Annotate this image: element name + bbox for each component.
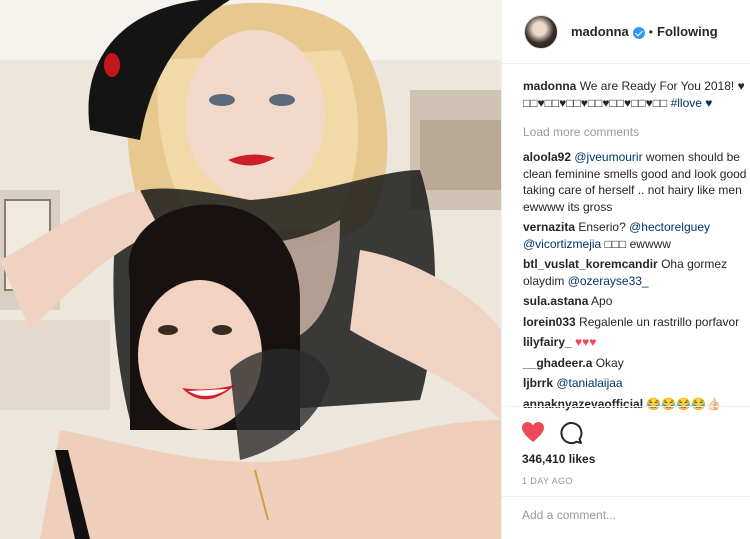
comment-username[interactable]: btl_vuslat_koremcandir	[523, 257, 658, 271]
comment-mention[interactable]: @tanialaijaa	[556, 376, 622, 390]
comment-icon[interactable]	[559, 421, 585, 447]
comment-username[interactable]: lilyfairy_	[523, 335, 572, 349]
add-comment-input[interactable]	[522, 508, 732, 522]
caption-username[interactable]: madonna	[523, 79, 576, 93]
add-comment-bar	[501, 496, 750, 539]
heart-icon[interactable]	[521, 421, 547, 447]
comment-mention[interactable]: @ozerayse33_	[568, 274, 649, 288]
post-header: madonna • Following	[502, 0, 750, 64]
comment-text: Okay	[595, 355, 624, 370]
comment-item: lilyfairy_ ♥♥♥	[523, 334, 750, 351]
comment-mention[interactable]: @hectorelguey	[629, 220, 710, 234]
comment-text: Enserio?	[578, 220, 626, 234]
caption-line2: □□♥□□♥□□♥□□♥□□♥□□♥□□	[523, 95, 668, 110]
separator-dot: •	[648, 24, 653, 39]
avatar[interactable]	[524, 14, 558, 49]
post-photo[interactable]	[0, 0, 501, 539]
comment-item: vernazita Enserio? @hectorelguey @vicort…	[523, 219, 750, 252]
comment-text: □□□ ewwww	[604, 236, 671, 251]
comment-item: __ghadeer.a Okay	[523, 355, 750, 372]
post-timestamp[interactable]: 1 DAY AGO	[501, 476, 750, 486]
comment-text: ♥♥♥	[575, 335, 597, 349]
photo-illustration	[0, 0, 501, 539]
post-actions: 346,410 likes 1 DAY AGO	[501, 406, 750, 486]
comment-username[interactable]: vernazita	[523, 220, 575, 234]
comment-mention[interactable]: @vicortizmejia	[523, 237, 601, 251]
comment-text: Regalenle un rastrillo porfavor	[579, 314, 740, 329]
comment-username[interactable]: lorein033	[523, 315, 576, 329]
comment-username[interactable]: aloola92	[523, 150, 571, 164]
like-count[interactable]: 346,410 likes	[501, 452, 750, 466]
comment-username[interactable]: ljbrrk	[523, 376, 553, 390]
comment-list: madonna We are Ready For You 2018! ♥ □□♥…	[523, 78, 750, 416]
comment-item: lorein033 Regalenle un rastrillo porfavo…	[523, 314, 750, 331]
comment-username[interactable]: sula.astana	[523, 294, 588, 308]
comment-item: ljbrrk @tanialaijaa	[523, 375, 750, 392]
comment-item: aloola92 @jveumourir women should be cle…	[523, 149, 750, 215]
caption-text: We are Ready For You 2018! ♥	[579, 79, 745, 93]
caption: madonna We are Ready For You 2018! ♥ □□♥…	[523, 78, 750, 111]
comment-item: btl_vuslat_koremcandir Oha gormez olaydi…	[523, 256, 750, 289]
action-icons	[501, 407, 750, 451]
load-more-comments-button[interactable]: Load more comments	[523, 125, 750, 139]
comment-mention[interactable]: @jveumourir	[574, 150, 642, 164]
comment-text: Apo	[591, 294, 613, 308]
following-button[interactable]: Following	[657, 24, 718, 39]
verified-badge-icon	[632, 26, 645, 39]
caption-hashtag[interactable]: #llove ♥	[671, 96, 713, 110]
comment-item: sula.astana Apo	[523, 293, 750, 310]
username-link[interactable]: madonna	[571, 24, 629, 39]
comment-username[interactable]: __ghadeer.a	[523, 356, 592, 370]
